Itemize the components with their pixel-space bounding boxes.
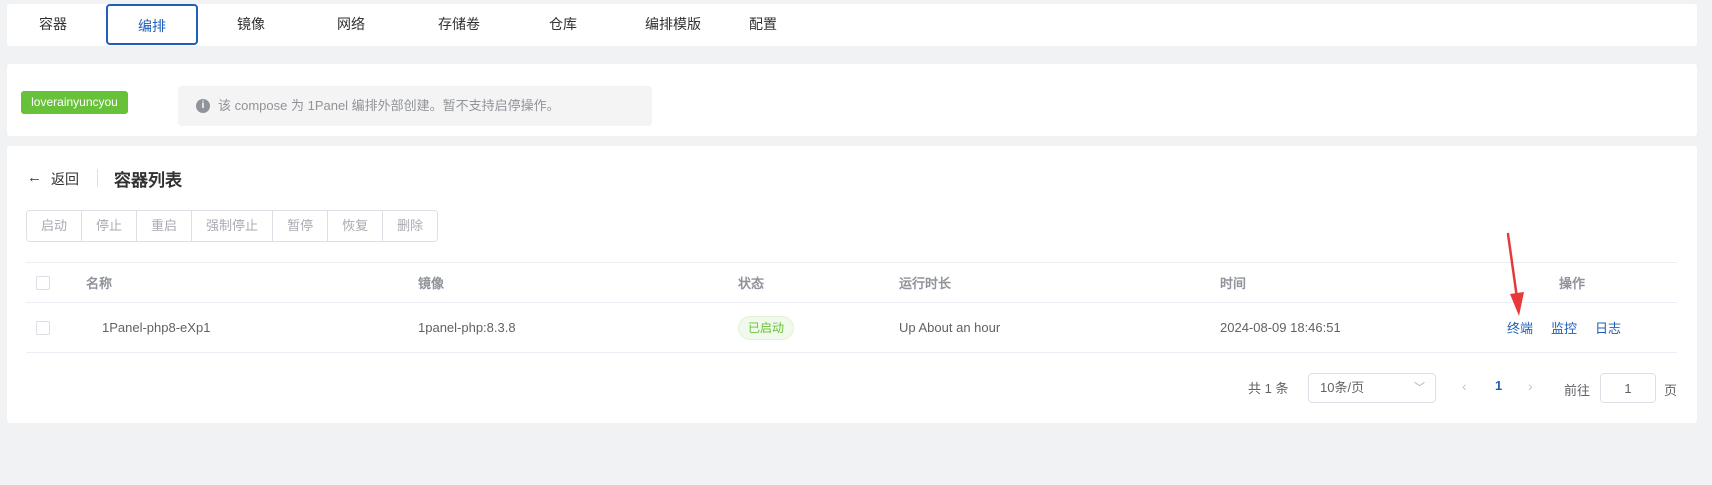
- status-cell: 已启动: [738, 303, 795, 352]
- column-header-uptime: 运行时长: [899, 276, 952, 291]
- force-stop-button[interactable]: 强制停止: [192, 211, 274, 241]
- container-name-link[interactable]: 1Panel-php8-eXp1: [102, 303, 210, 352]
- container-uptime: Up About an hour: [899, 320, 1001, 335]
- container-list-card: ← 返回 容器列表 启动 停止 重启 强制停止 暂停 恢复 删除 名称 镜像 状…: [7, 146, 1697, 423]
- column-header-name: 名称: [86, 276, 113, 291]
- annotation-arrow-icon: [1506, 232, 1524, 316]
- chevron-down-icon: ﹀: [1414, 382, 1425, 394]
- top-tab-bar: 容器 编排 镜像 网络 存储卷 仓库 编排模版 配置: [7, 4, 1697, 46]
- stop-button[interactable]: 停止: [82, 211, 138, 241]
- tab-settings[interactable]: 配置: [717, 4, 809, 45]
- column-header-operations: 操作: [1559, 276, 1586, 291]
- delete-button[interactable]: 删除: [383, 211, 438, 241]
- next-page-icon[interactable]: ›: [1528, 378, 1533, 394]
- column-header-status: 状态: [738, 276, 765, 291]
- status-badge: 已启动: [738, 315, 795, 340]
- terminal-link[interactable]: 终端: [1507, 318, 1533, 337]
- prev-page-icon[interactable]: ‹: [1462, 378, 1467, 394]
- row-select-cell: [36, 303, 50, 352]
- info-icon: i: [196, 99, 210, 113]
- select-all-cell: [36, 263, 50, 302]
- monitor-link[interactable]: 监控: [1551, 318, 1577, 337]
- back-button[interactable]: 返回: [51, 169, 79, 189]
- tab-containers[interactable]: 容器: [7, 4, 99, 45]
- table-row: 1Panel-php8-eXp1 1panel-php:8.3.8 已启动 Up…: [26, 303, 1677, 353]
- pagination-total: 共 1 条: [1248, 381, 1289, 396]
- table-header: 名称 镜像 状态 运行时长 时间 操作: [26, 262, 1677, 303]
- goto-label: 前往: [1564, 383, 1591, 398]
- select-all-checkbox[interactable]: [36, 275, 50, 290]
- tab-volumes[interactable]: 存储卷: [409, 4, 509, 45]
- container-image: 1panel-php:8.3.8: [418, 320, 516, 335]
- tab-networks[interactable]: 网络: [305, 4, 397, 45]
- tab-repositories[interactable]: 仓库: [517, 4, 609, 45]
- info-alert: i 该 compose 为 1Panel 编排外部创建。暂不支持启停操作。: [178, 86, 652, 126]
- info-alert-text: 该 compose 为 1Panel 编排外部创建。暂不支持启停操作。: [218, 98, 560, 113]
- restart-button[interactable]: 重启: [137, 211, 193, 241]
- resume-button[interactable]: 恢复: [328, 211, 384, 241]
- compose-name-tag: loverainyuncyou: [21, 91, 128, 114]
- tab-compose[interactable]: 编排: [106, 4, 198, 45]
- goto-page-input[interactable]: [1600, 373, 1656, 403]
- page-title: 容器列表: [114, 171, 182, 190]
- current-page-number[interactable]: 1: [1495, 378, 1502, 393]
- tab-compose-templates[interactable]: 编排模版: [617, 4, 729, 45]
- column-header-time: 时间: [1220, 276, 1247, 291]
- action-button-group: 启动 停止 重启 强制停止 暂停 恢复 删除: [26, 210, 439, 242]
- logs-link[interactable]: 日志: [1595, 318, 1621, 337]
- start-button[interactable]: 启动: [27, 211, 83, 241]
- page-suffix-label: 页: [1664, 383, 1678, 398]
- title-divider: [97, 169, 98, 187]
- page-size-value: 10条/页: [1320, 380, 1365, 395]
- row-checkbox[interactable]: [36, 320, 50, 335]
- compose-info-card: loverainyuncyou i 该 compose 为 1Panel 编排外…: [7, 64, 1697, 136]
- pause-button[interactable]: 暂停: [273, 211, 329, 241]
- tab-images[interactable]: 镜像: [205, 4, 297, 45]
- back-arrow-icon[interactable]: ←: [27, 169, 42, 186]
- container-time: 2024-08-09 18:46:51: [1220, 320, 1341, 335]
- column-header-image: 镜像: [418, 276, 445, 291]
- page-size-select[interactable]: 10条/页 ﹀: [1308, 373, 1436, 403]
